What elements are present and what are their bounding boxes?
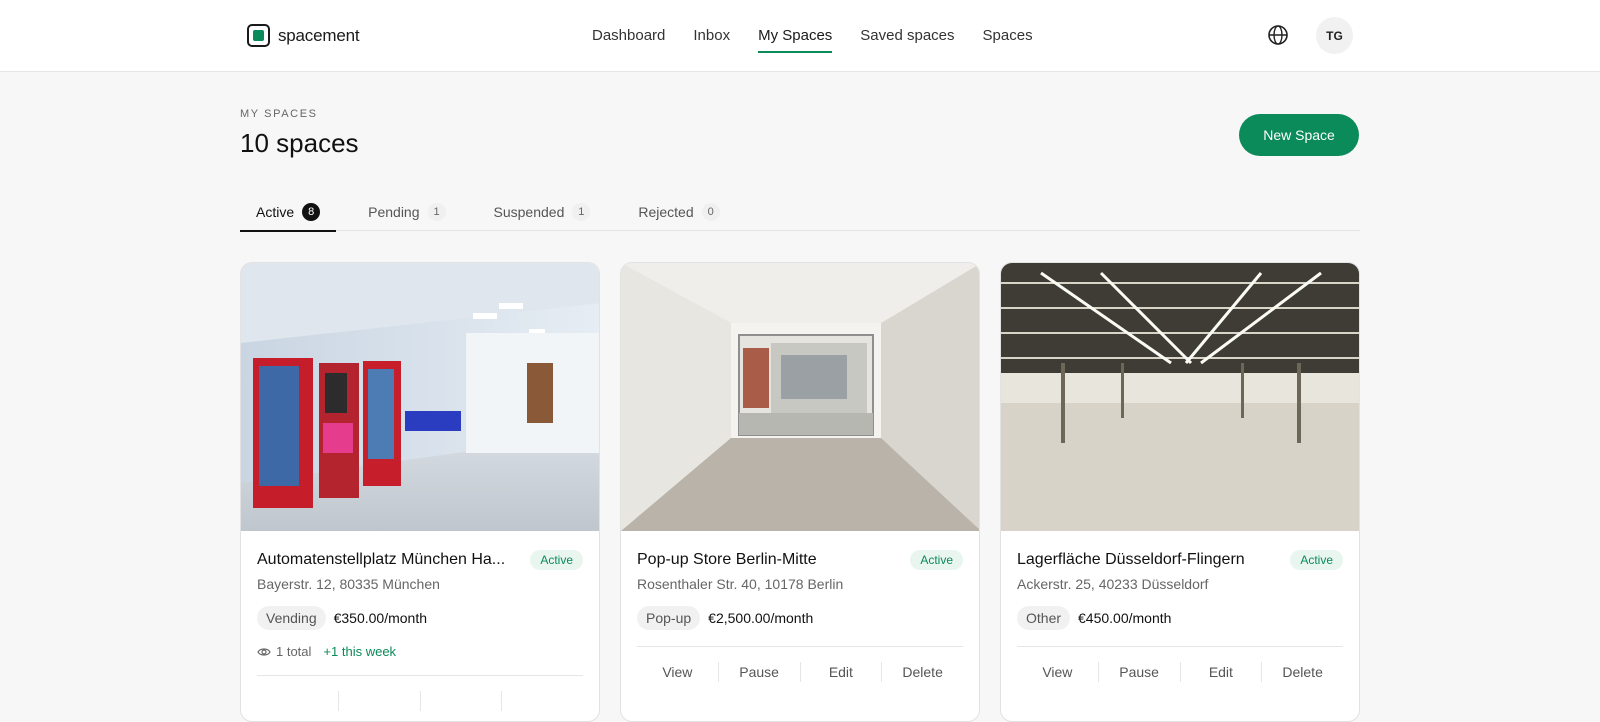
nav-item-spaces[interactable]: Spaces [983, 0, 1033, 72]
space-card[interactable]: Pop-up Store Berlin-Mitte Active Rosenth… [620, 262, 980, 722]
status-badge: Active [1290, 550, 1343, 570]
nav-item-inbox[interactable]: Inbox [693, 0, 730, 72]
delete-button[interactable]: Delete [882, 662, 963, 682]
space-photo-warehouse[interactable] [1001, 263, 1359, 531]
space-title[interactable]: Automatenstellplatz München Ha... [257, 551, 505, 569]
space-card[interactable]: Automatenstellplatz München Ha... Active… [240, 262, 600, 722]
space-address: Rosenthaler Str. 40, 10178 Berlin [637, 576, 844, 592]
nav-item-saved-spaces[interactable]: Saved spaces [860, 0, 954, 72]
edit-button[interactable]: Edit [801, 661, 883, 682]
page-eyebrow: MY SPACES [240, 108, 318, 120]
card-actions: View Pause Edit Delete [1017, 646, 1343, 696]
status-badge: Active [910, 550, 963, 570]
delete-button[interactable]: Delete [1262, 662, 1343, 682]
tab-label: Active [256, 203, 295, 220]
pause-button[interactable]: Pause [1099, 661, 1181, 682]
space-photo-popup-store[interactable] [621, 263, 979, 531]
brand-name: spacement [278, 25, 360, 45]
category-chip: Pop-up [637, 606, 701, 630]
tab-count-badge: 0 [701, 202, 720, 221]
nav-item-my-spaces[interactable]: My Spaces [758, 0, 833, 72]
space-price: €450.00/month [1078, 610, 1172, 626]
nav-item-dashboard[interactable]: Dashboard [592, 0, 665, 72]
tab-active[interactable]: Active 8 [240, 192, 337, 232]
tab-count-badge: 1 [427, 202, 446, 221]
brand-logo[interactable]: spacement [247, 24, 360, 47]
tab-count-badge: 8 [302, 202, 321, 221]
view-button[interactable]: View [1017, 661, 1099, 682]
space-price: €2,500.00/month [708, 610, 814, 626]
space-photo-vending[interactable] [241, 263, 599, 531]
status-badge: Active [530, 550, 583, 570]
logo-mark-icon [247, 24, 270, 47]
view-button[interactable] [257, 690, 339, 711]
tab-label: Pending [368, 203, 420, 220]
pause-button[interactable] [339, 690, 421, 711]
views-this-week: +1 this week [323, 644, 397, 659]
eye-icon [257, 647, 271, 656]
space-title[interactable]: Pop-up Store Berlin-Mitte [637, 551, 817, 569]
space-title[interactable]: Lagerfläche Düsseldorf-Flingern [1017, 551, 1245, 569]
view-button[interactable]: View [637, 661, 719, 682]
card-actions [257, 675, 583, 721]
space-address: Bayerstr. 12, 80335 München [257, 576, 440, 592]
tab-pending[interactable]: Pending 1 [352, 192, 461, 231]
card-actions: View Pause Edit Delete [637, 646, 963, 696]
tab-label: Suspended [493, 203, 565, 220]
category-chip: Vending [257, 606, 326, 630]
space-address: Ackerstr. 25, 40233 Düsseldorf [1017, 576, 1209, 592]
page-title: 10 spaces [240, 128, 359, 158]
space-card[interactable]: Lagerfläche Düsseldorf-Flingern Active A… [1000, 262, 1360, 722]
tab-label: Rejected [638, 203, 694, 220]
user-avatar[interactable]: TG [1316, 17, 1353, 54]
views-stat: 1 total [257, 644, 311, 659]
status-tabs: Active 8 Pending 1 Suspended 1 Rejected … [240, 192, 1360, 232]
tab-suspended[interactable]: Suspended 1 [478, 192, 607, 231]
category-chip: Other [1017, 606, 1071, 630]
edit-button[interactable] [421, 690, 503, 711]
new-space-button[interactable]: New Space [1239, 114, 1359, 156]
space-price: €350.00/month [333, 610, 428, 626]
tab-rejected[interactable]: Rejected 0 [622, 192, 735, 231]
delete-button[interactable] [502, 691, 583, 711]
edit-button[interactable]: Edit [1181, 661, 1263, 682]
main-nav: Dashboard Inbox My Spaces Saved spaces S… [578, 0, 1047, 72]
globe-icon[interactable] [1267, 24, 1289, 46]
top-navigation-bar: spacement Dashboard Inbox My Spaces Save… [0, 0, 1600, 72]
views-total: 1 total [276, 644, 312, 659]
tab-count-badge: 1 [572, 202, 591, 221]
pause-button[interactable]: Pause [719, 661, 801, 682]
